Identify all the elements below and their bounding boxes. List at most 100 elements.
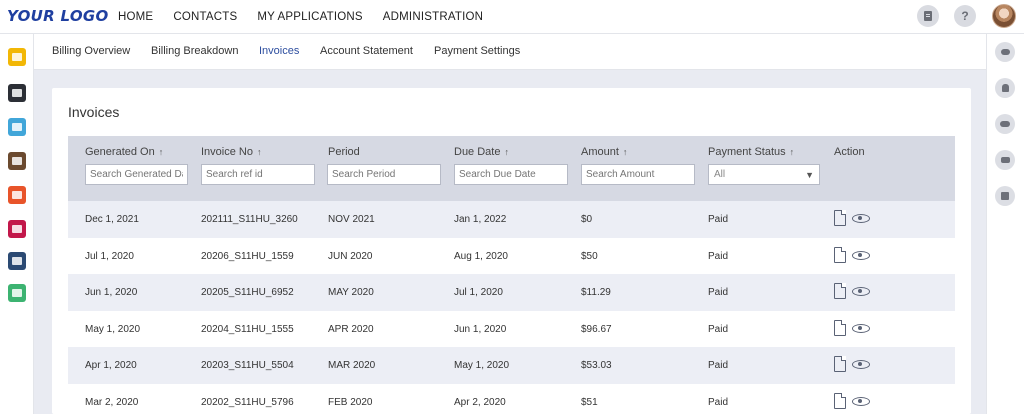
view-eye-icon[interactable]	[852, 250, 870, 260]
cell-period: MAR 2020	[328, 360, 376, 371]
sort-icon[interactable]: ↑	[159, 147, 164, 157]
search-ref-id-input[interactable]	[201, 164, 315, 185]
cell-invoice-no: 20204_S11HU_1555	[201, 323, 294, 335]
view-eye-icon[interactable]	[852, 214, 870, 223]
invoices-card: Invoices Generated On ↑ Invoice No ↑ Perio…	[52, 88, 971, 414]
cell-period: MAY 2020	[328, 287, 374, 298]
cell-invoice-no: 20202_S11HU_5796	[201, 396, 294, 408]
nav-contacts[interactable]: CONTACTS	[173, 11, 237, 23]
nav-my-applications[interactable]: MY APPLICATIONS	[257, 11, 362, 23]
people-icon[interactable]	[995, 114, 1015, 134]
pdf-icon[interactable]	[834, 319, 846, 336]
cell-due-date: May 1, 2020	[454, 360, 510, 371]
cell-generated-on: Mar 2, 2020	[85, 396, 139, 408]
view-eye-icon[interactable]	[852, 323, 870, 333]
payment-status-select[interactable]: All ▼	[708, 164, 820, 185]
cell-amount: $51	[581, 396, 598, 408]
pdf-icon[interactable]	[834, 246, 846, 263]
green-check-app-icon[interactable]	[8, 284, 26, 302]
calendar-app-icon[interactable]	[8, 118, 26, 136]
cell-period: JUN 2020	[328, 250, 373, 262]
notes-app-icon[interactable]	[8, 152, 26, 170]
cell-generated-on: Jul 1, 2020	[85, 250, 134, 262]
calendar-check-icon[interactable]	[995, 186, 1015, 206]
pdf-icon[interactable]	[834, 392, 846, 409]
cell-status: Paid	[708, 323, 729, 335]
help-icon[interactable]: ?	[954, 5, 976, 27]
table-header: Generated On ↑ Invoice No ↑ Period Due Dat…	[68, 136, 955, 201]
pdf-icon[interactable]	[834, 210, 846, 226]
orange-app-icon[interactable]	[8, 186, 26, 204]
search-period-input[interactable]	[327, 164, 441, 185]
cell-amount: $53.03	[581, 360, 612, 371]
pdf-icon[interactable]	[834, 356, 846, 372]
billing-tabs: Billing Overview Billing Breakdown Invoi…	[34, 34, 986, 70]
col-action: Action	[834, 146, 865, 158]
sort-icon[interactable]: ↑	[623, 147, 628, 157]
cell-generated-on: May 1, 2020	[85, 323, 141, 335]
search-generated-date-input[interactable]	[85, 164, 188, 185]
yellow-app-icon[interactable]	[8, 48, 26, 66]
sort-icon[interactable]: ↑	[790, 147, 795, 157]
nav-home[interactable]: HOME	[118, 11, 153, 23]
notifications-icon[interactable]	[917, 5, 939, 27]
tab-billing-breakdown[interactable]: Billing Breakdown	[151, 45, 238, 57]
right-sidebar	[986, 34, 1024, 414]
view-eye-icon[interactable]	[852, 287, 870, 296]
main-nav: HOME CONTACTS MY APPLICATIONS ADMINISTRA…	[118, 0, 503, 34]
tab-payment-settings[interactable]: Payment Settings	[434, 45, 520, 57]
cell-invoice-no: 202111_S11HU_3260	[201, 214, 298, 225]
view-eye-icon[interactable]	[852, 396, 870, 406]
cell-generated-on: Apr 1, 2020	[85, 360, 137, 371]
table-row: Mar 2, 2020 20202_S11HU_5796 FEB 2020 Ap…	[68, 383, 955, 414]
top-icons: ?	[902, 4, 1016, 28]
dark-app-icon[interactable]	[8, 84, 26, 102]
top-bar: YOUR LOGO HOME CONTACTS MY APPLICATIONS …	[0, 0, 1024, 34]
cell-due-date: Aug 1, 2020	[454, 250, 508, 262]
pdf-icon[interactable]	[834, 283, 846, 299]
payment-status-selected: All	[714, 169, 726, 180]
avatar[interactable]	[992, 4, 1016, 28]
search-due-date-input[interactable]	[454, 164, 568, 185]
table-row: Jun 1, 2020 20205_S11HU_6952 MAY 2020 Ju…	[68, 274, 955, 311]
sort-icon[interactable]: ↑	[504, 147, 509, 157]
col-amount[interactable]: Amount ↑	[581, 146, 627, 158]
cell-invoice-no: 20205_S11HU_6952	[201, 287, 294, 298]
chevron-down-icon: ▼	[805, 169, 814, 180]
person-icon[interactable]	[995, 78, 1015, 98]
tab-invoices[interactable]: Invoices	[259, 45, 299, 57]
cell-amount: $11.29	[581, 287, 611, 298]
cell-invoice-no: 20206_S11HU_1559	[201, 250, 294, 262]
logo[interactable]: YOUR LOGO	[7, 7, 109, 25]
link-app-icon[interactable]	[8, 252, 26, 270]
app-sidebar	[0, 34, 34, 414]
cell-status: Paid	[708, 360, 729, 371]
cell-amount: $50	[581, 250, 598, 262]
col-generated-on[interactable]: Generated On ↑	[85, 146, 163, 158]
content-area: Invoices Generated On ↑ Invoice No ↑ Perio…	[34, 70, 986, 414]
sort-icon[interactable]: ↑	[257, 147, 262, 157]
cell-period: APR 2020	[328, 323, 374, 335]
table-row: Dec 1, 2021 202111_S11HU_3260 NOV 2021 J…	[68, 201, 955, 238]
col-invoice-no[interactable]: Invoice No ↑	[201, 146, 261, 158]
table-row: May 1, 2020 20204_S11HU_1555 APR 2020 Ju…	[68, 310, 955, 347]
cell-generated-on: Dec 1, 2021	[85, 214, 139, 225]
view-eye-icon[interactable]	[852, 360, 870, 369]
cell-due-date: Jan 1, 2022	[454, 214, 507, 225]
crimson-app-icon[interactable]	[8, 220, 26, 238]
search-amount-input[interactable]	[581, 164, 695, 185]
nav-administration[interactable]: ADMINISTRATION	[383, 11, 483, 23]
tab-billing-overview[interactable]: Billing Overview	[52, 45, 130, 57]
col-payment-status[interactable]: Payment Status ↑	[708, 146, 794, 158]
col-due-date[interactable]: Due Date ↑	[454, 146, 509, 158]
chat-icon[interactable]	[995, 42, 1015, 62]
phone-icon[interactable]	[995, 150, 1015, 170]
cell-due-date: Apr 2, 2020	[454, 396, 506, 408]
cell-due-date: Jul 1, 2020	[454, 287, 503, 298]
tab-account-statement[interactable]: Account Statement	[320, 45, 413, 57]
table-row: Apr 1, 2020 20203_S11HU_5504 MAR 2020 Ma…	[68, 347, 955, 384]
cell-due-date: Jun 1, 2020	[454, 323, 507, 335]
page-title: Invoices	[68, 104, 120, 120]
col-period: Period	[328, 146, 360, 158]
invoice-table-body: Dec 1, 2021 202111_S11HU_3260 NOV 2021 J…	[68, 201, 955, 414]
